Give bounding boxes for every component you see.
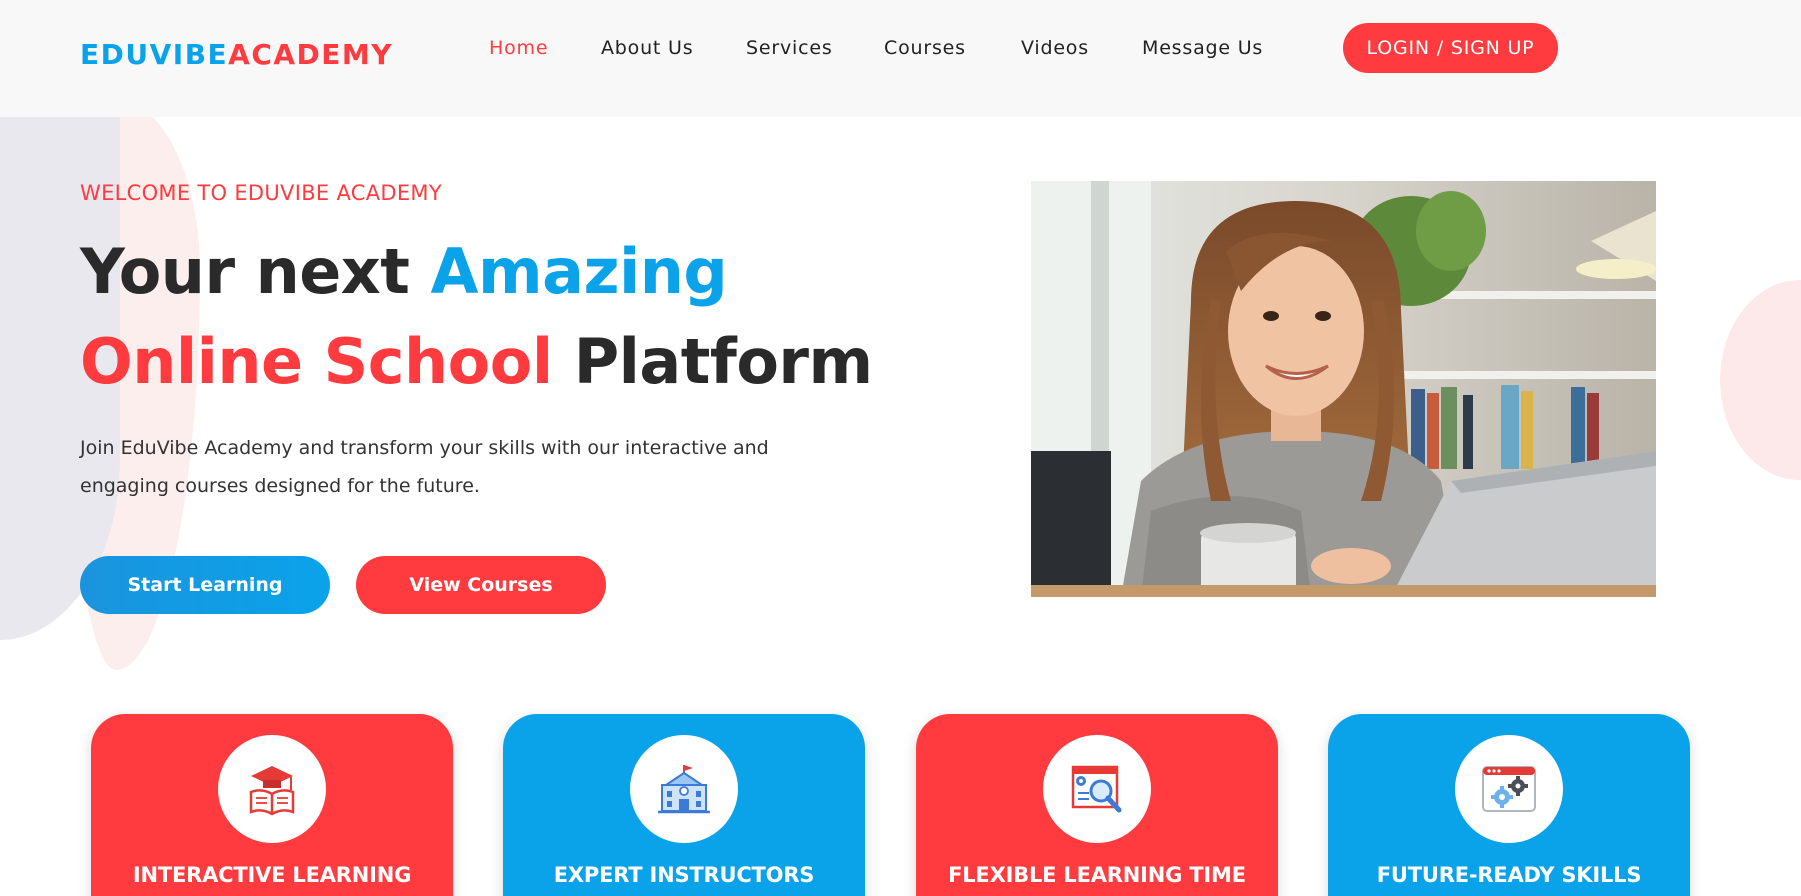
browser-gears-icon [1482, 766, 1536, 812]
hero-student-photo [1031, 181, 1656, 597]
feature-card-expert-instructors[interactable]: EXPERT INSTRUCTORS [503, 714, 865, 896]
feature-icon-circle [218, 735, 326, 843]
feature-card-interactive-learning[interactable]: INTERACTIVE LEARNING [91, 714, 453, 896]
feature-title: FUTURE-READY SKILLS [1376, 863, 1642, 887]
graduation-book-icon [249, 766, 295, 816]
hero-lead-text: Join EduVibe Academy and transform your … [80, 437, 769, 497]
feature-title: INTERACTIVE LEARNING [132, 863, 412, 887]
headline-part-2: Amazing [430, 235, 728, 308]
nav-courses[interactable]: Courses [884, 37, 966, 59]
logo[interactable]: EDUVIBEACADEMY [80, 38, 393, 71]
nav-services[interactable]: Services [746, 37, 833, 59]
headline-part-3: Online School [80, 325, 553, 398]
nav-home[interactable]: Home [489, 37, 548, 59]
headline-part-4: Platform [552, 325, 873, 398]
nav-videos[interactable]: Videos [1021, 37, 1089, 59]
feature-icon-circle [1455, 735, 1563, 843]
magnifier-document-icon [1071, 765, 1122, 813]
logo-text-academy: ACADEMY [228, 38, 394, 71]
start-learning-button[interactable]: Start Learning [80, 556, 330, 614]
view-courses-button[interactable]: View Courses [356, 556, 606, 614]
nav-about-us[interactable]: About Us [601, 37, 693, 59]
site-header: EDUVIBEACADEMY Home About Us Services Co… [0, 0, 1801, 117]
feature-icon-circle [1043, 735, 1151, 843]
hero-eyebrow: WELCOME TO EDUVIBE ACADEMY [80, 181, 442, 205]
school-building-icon [658, 765, 710, 814]
feature-title: FLEXIBLE LEARNING TIME [948, 863, 1246, 887]
feature-title: EXPERT INSTRUCTORS [553, 863, 815, 887]
student-photo-illustration [1031, 181, 1656, 597]
feature-card-flexible-learning-time[interactable]: FLEXIBLE LEARNING TIME [916, 714, 1278, 896]
feature-card-future-ready-skills[interactable]: FUTURE-READY SKILLS [1328, 714, 1690, 896]
login-signup-button[interactable]: LOGIN / SIGN UP [1343, 23, 1558, 73]
headline-part-1: Your next [80, 235, 431, 308]
hero-headline: Your next Amazing Online School Platform [80, 227, 873, 407]
logo-text-eduvibe: EDUVIBE [80, 38, 229, 71]
nav-message-us[interactable]: Message Us [1142, 37, 1263, 59]
feature-icon-circle [630, 735, 738, 843]
